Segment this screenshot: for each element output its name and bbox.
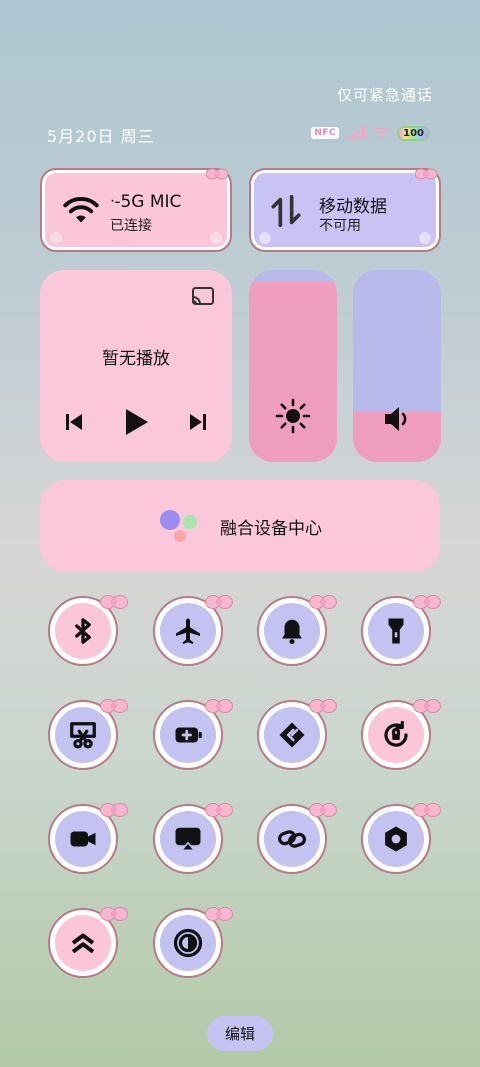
brightness-slider[interactable] [249,270,337,462]
tile-dark-mode[interactable] [153,907,233,978]
bow-decoration-icon [413,803,441,817]
previous-track-icon[interactable] [64,412,84,432]
bow-decoration-icon [309,803,337,817]
tile-screen-record[interactable] [48,803,128,874]
device-center-label: 融合设备中心 [220,518,322,539]
link-icon [278,830,306,848]
tile-screen-cast[interactable] [153,803,233,874]
dark-mode-icon [173,928,203,958]
now-playing-text: 暂无播放 [102,349,170,369]
flashlight-icon [388,618,404,644]
wifi-icon [63,197,99,223]
mobile-data-toggle-card[interactable]: 移动数据 不可用 [249,168,441,252]
tile-settings[interactable] [361,803,441,874]
performance-mode-icon [71,933,95,954]
tile-nearby-share[interactable] [257,699,337,770]
date-text: 5月20日 周三 [47,127,155,146]
tile-bluetooth[interactable] [48,595,128,666]
tile-battery-saver[interactable] [153,699,233,770]
bow-decoration-icon [205,595,233,609]
wifi-network-name: ᐧ-5G MIC [110,192,182,212]
tile-flashlight[interactable] [361,595,441,666]
bow-decoration-icon [205,907,233,921]
nearby-share-icon [279,722,305,748]
emergency-call-text: 仅可紧急通话 [336,86,433,104]
status-bar-icons: NFC 100 [311,124,430,142]
bow-decoration-icon [205,699,233,713]
tile-ringer[interactable] [257,595,337,666]
tile-screenshot[interactable] [48,699,128,770]
wifi-toggle-card[interactable]: ᐧ-5G MIC 已连接 [40,168,232,252]
bow-decoration-icon [206,168,228,180]
bow-decoration-icon [309,699,337,713]
bow-decoration-icon [415,168,437,180]
airplane-mode-icon [176,618,200,645]
screenshot-icon [70,722,96,749]
bow-decoration-icon [100,803,128,817]
edit-button[interactable]: 编辑 [207,1016,273,1051]
tile-link[interactable] [257,803,337,874]
bow-decoration-icon [100,907,128,921]
battery-saver-icon [175,727,202,743]
device-center-icon [160,510,197,542]
bluetooth-icon [75,618,91,644]
screen-record-icon [70,831,96,847]
nfc-icon: NFC [311,127,340,139]
device-center-button[interactable]: 融合设备中心 [40,480,440,572]
mobile-data-title: 移动数据 [319,197,387,217]
wifi-status-icon [373,127,390,139]
play-icon[interactable] [123,408,149,436]
mobile-data-icon [271,194,301,228]
volume-icon [385,407,407,431]
volume-slider[interactable] [353,270,441,462]
tile-airplane-mode[interactable] [153,595,233,666]
wifi-status: 已连接 [110,218,152,234]
bow-decoration-icon [413,699,441,713]
settings-icon [385,826,407,852]
next-track-icon[interactable] [188,412,208,432]
signal-icon [347,126,366,140]
media-player-card: 暂无播放 [40,270,232,462]
bow-decoration-icon [309,595,337,609]
brightness-icon [275,398,311,434]
auto-rotate-icon [384,720,408,747]
ringer-icon [282,619,302,645]
battery-indicator: 100 [397,125,430,141]
bow-decoration-icon [100,699,128,713]
tile-performance-mode[interactable] [48,907,128,978]
cast-icon[interactable] [190,286,216,308]
bow-decoration-icon [100,595,128,609]
bow-decoration-icon [205,803,233,817]
bow-decoration-icon [413,595,441,609]
screen-cast-icon [175,827,201,851]
tile-auto-rotate[interactable] [361,699,441,770]
mobile-data-status: 不可用 [319,218,361,234]
